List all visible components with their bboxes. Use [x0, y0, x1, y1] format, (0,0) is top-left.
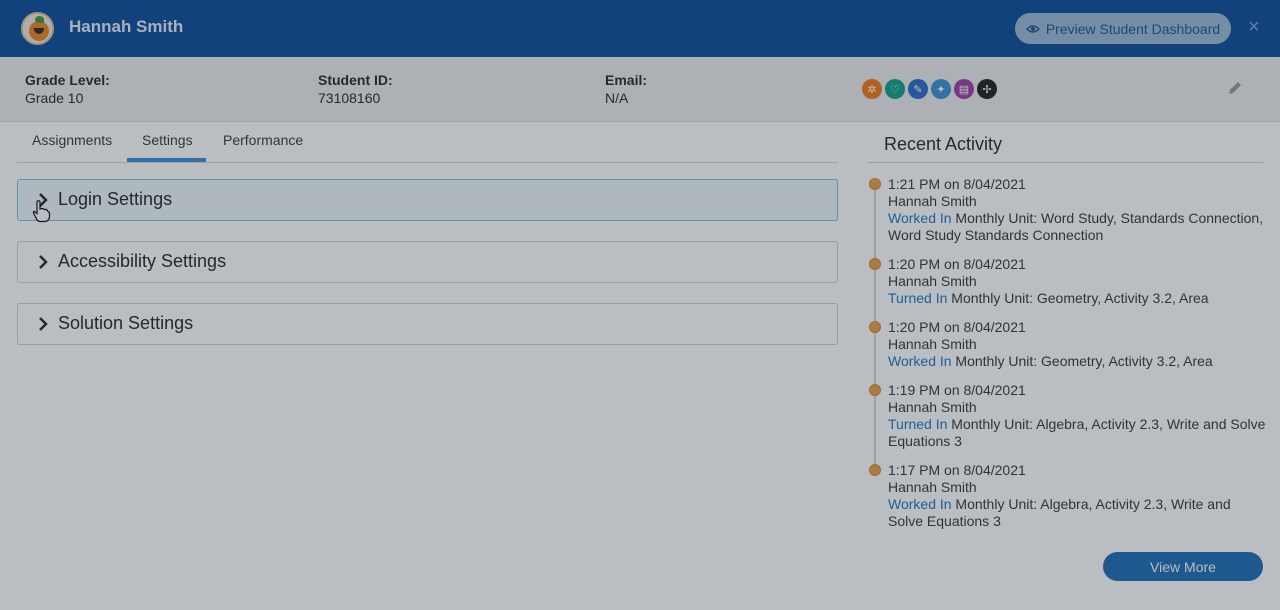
heart-icon: ♡ — [885, 79, 905, 99]
activity-action-link[interactable]: Turned In — [888, 290, 947, 306]
activity-student: Hannah Smith — [888, 399, 977, 415]
student-id-label: Student ID: — [318, 72, 393, 88]
grade-level-value: Grade 10 — [25, 90, 84, 106]
close-icon[interactable]: × — [1248, 16, 1260, 38]
student-name: Hannah Smith — [69, 17, 184, 36]
eye-icon — [1025, 24, 1040, 33]
accordion-accessibility-settings[interactable]: Accessibility Settings — [17, 241, 838, 283]
student-detail-panel: Hannah Smith Preview Student Dashboard ×… — [0, 0, 1280, 610]
chevron-right-icon — [39, 255, 48, 269]
tab-performance[interactable]: Performance — [223, 132, 303, 148]
student-id-block: Student ID: 73108160 — [318, 72, 393, 106]
compass-icon: ✢ — [977, 79, 997, 99]
activity-detail: Monthly Unit: Geometry, Activity 3.2, Ar… — [947, 290, 1209, 306]
activity-action-link[interactable]: Worked In — [888, 210, 952, 226]
accordion-label: Solution Settings — [58, 313, 194, 333]
activity-time: 1:20 PM on 8/04/2021 — [888, 319, 1026, 335]
accordion-solution-settings[interactable]: Solution Settings — [17, 303, 838, 345]
settings-tabs: Assignments Settings Performance — [17, 122, 838, 163]
activity-item: 1:21 PM on 8/04/2021 Hannah Smith Worked I… — [888, 176, 1268, 244]
email-block: Email: N/A — [605, 72, 647, 106]
activity-action-link[interactable]: Worked In — [888, 353, 952, 369]
recent-activity-title: Recent Activity — [884, 134, 1003, 154]
activity-description: Worked In Monthly Unit: Geometry, Activi… — [888, 353, 1268, 370]
accordion-login-settings[interactable]: Login Settings — [17, 179, 838, 221]
accordion-label: Login Settings — [58, 189, 173, 209]
activity-action-link[interactable]: Worked In — [888, 496, 952, 512]
activity-detail: Monthly Unit: Geometry, Activity 3.2, Ar… — [951, 353, 1213, 369]
activity-item: 1:17 PM on 8/04/2021 Hannah Smith Worked I… — [888, 462, 1268, 530]
grade-level-label: Grade Level: — [25, 72, 110, 88]
tab-assignments[interactable]: Assignments — [32, 132, 112, 148]
divider — [868, 162, 1263, 163]
timeline-dot — [869, 321, 881, 333]
email-label: Email: — [605, 72, 648, 88]
activity-description: Turned In Monthly Unit: Geometry, Activi… — [888, 290, 1268, 307]
activity-action-link[interactable]: Turned In — [888, 416, 947, 432]
sun-icon: ✲ — [862, 79, 882, 99]
activity-description: Worked In Monthly Unit: Algebra, Activit… — [888, 496, 1268, 530]
email-value: N/A — [605, 90, 629, 106]
preview-student-dashboard-button[interactable]: Preview Student Dashboard — [1015, 13, 1231, 44]
view-more-button[interactable]: View More — [1103, 552, 1263, 581]
activity-item: 1:19 PM on 8/04/2021 Hannah Smith Turned I… — [888, 382, 1268, 450]
activity-item: 1:20 PM on 8/04/2021 Hannah Smith Worked I… — [888, 319, 1268, 370]
edit-pencil-icon[interactable] — [1226, 79, 1244, 97]
activity-student: Hannah Smith — [888, 336, 977, 352]
chevron-right-icon — [39, 193, 48, 207]
timeline-dot — [869, 464, 881, 476]
accordion-label: Accessibility Settings — [58, 251, 227, 271]
tab-settings[interactable]: Settings — [142, 132, 193, 148]
person-icon: ✦ — [931, 79, 951, 99]
timeline-dot — [869, 258, 881, 270]
avatar — [21, 12, 54, 45]
feather-icon: ✎ — [908, 79, 928, 99]
student-id-value: 73108160 — [318, 90, 381, 106]
activity-student: Hannah Smith — [888, 193, 977, 209]
preview-button-label: Preview Student Dashboard — [1045, 20, 1221, 37]
badge-row: ✲ ♡ ✎ ✦ ▤ ✢ — [862, 79, 997, 99]
activity-time: 1:20 PM on 8/04/2021 — [888, 256, 1026, 272]
panel-header: Hannah Smith Preview Student Dashboard × — [0, 0, 1280, 57]
grade-level-block: Grade Level: Grade 10 — [25, 72, 110, 106]
activity-description: Worked In Monthly Unit: Word Study, Stan… — [888, 210, 1268, 244]
timeline-dot — [869, 178, 881, 190]
timeline-dot — [869, 384, 881, 396]
books-icon: ▤ — [954, 79, 974, 99]
activity-student: Hannah Smith — [888, 479, 977, 495]
activity-student: Hannah Smith — [888, 273, 977, 289]
activity-time: 1:21 PM on 8/04/2021 — [888, 176, 1026, 192]
active-tab-indicator — [127, 158, 206, 162]
chevron-right-icon — [39, 317, 48, 331]
activity-description: Turned In Monthly Unit: Algebra, Activit… — [888, 416, 1268, 450]
student-info-bar: Grade Level: Grade 10 Student ID: 731081… — [0, 57, 1280, 122]
activity-time: 1:17 PM on 8/04/2021 — [888, 462, 1026, 478]
activity-time: 1:19 PM on 8/04/2021 — [888, 382, 1026, 398]
activity-item: 1:20 PM on 8/04/2021 Hannah Smith Turned I… — [888, 256, 1268, 307]
